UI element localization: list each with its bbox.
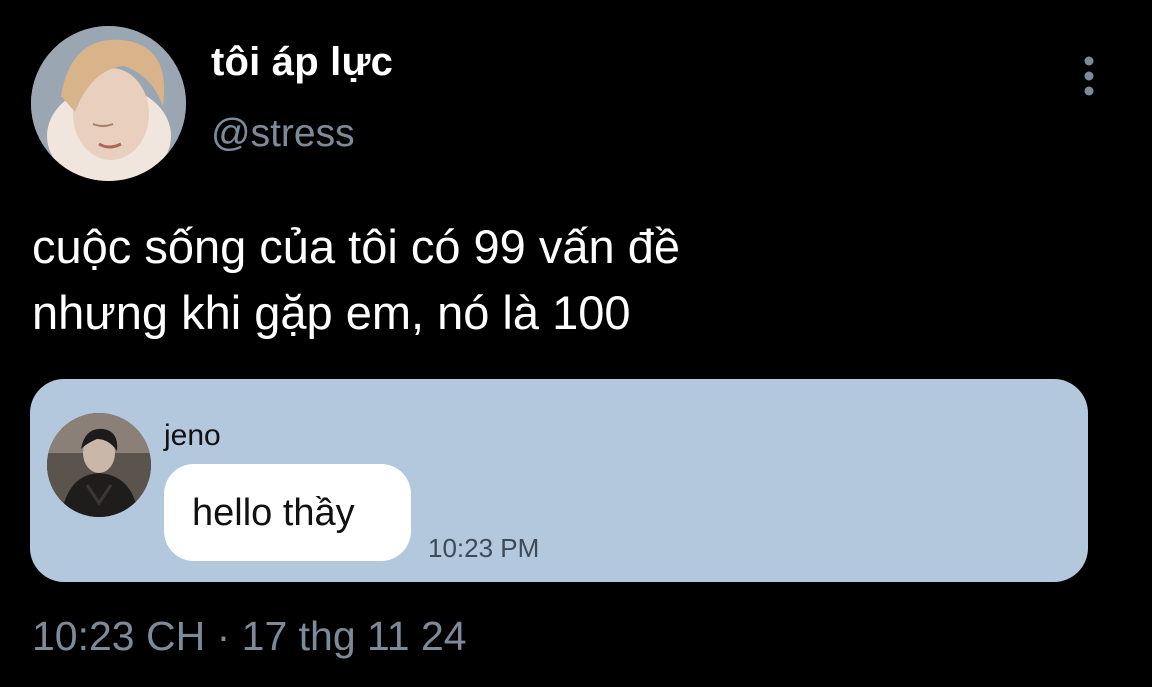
chat-message-text: hello thầy xyxy=(192,492,355,534)
chat-message-bubble: hello thầy xyxy=(164,464,411,561)
chat-message-time: 10:23 PM xyxy=(428,533,540,563)
chat-sender-avatar xyxy=(47,413,151,517)
tweet-timestamp: 10:23 CH · 17 thg 11 24 xyxy=(32,613,467,660)
tweet-text-line: nhưng khi gặp em, nó là 100 xyxy=(32,286,631,339)
tweet-screen: tôi áp lực @stress cuộc sống của tôi có … xyxy=(0,0,1152,687)
meta-separator: · xyxy=(205,613,242,659)
tweet-text-line: cuộc sống của tôi có 99 vấn đề xyxy=(32,220,680,273)
tweet-time: 10:23 CH xyxy=(32,613,206,659)
author-avatar-image xyxy=(31,26,186,181)
chat-sender-avatar-image xyxy=(47,413,151,517)
tweet-date: 17 thg 11 24 xyxy=(241,613,467,659)
attached-chat-image[interactable]: jeno hello thầy 10:23 PM xyxy=(30,379,1088,582)
tweet-text: cuộc sống của tôi có 99 vấn đề nhưng khi… xyxy=(32,214,1112,346)
more-vertical-icon xyxy=(1084,56,1094,96)
author-avatar[interactable] xyxy=(31,26,186,181)
chat-sender-name: jeno xyxy=(164,419,221,452)
more-options-button[interactable] xyxy=(1074,54,1104,98)
author-handle[interactable]: @stress xyxy=(211,112,355,156)
author-display-name[interactable]: tôi áp lực xyxy=(211,40,393,85)
